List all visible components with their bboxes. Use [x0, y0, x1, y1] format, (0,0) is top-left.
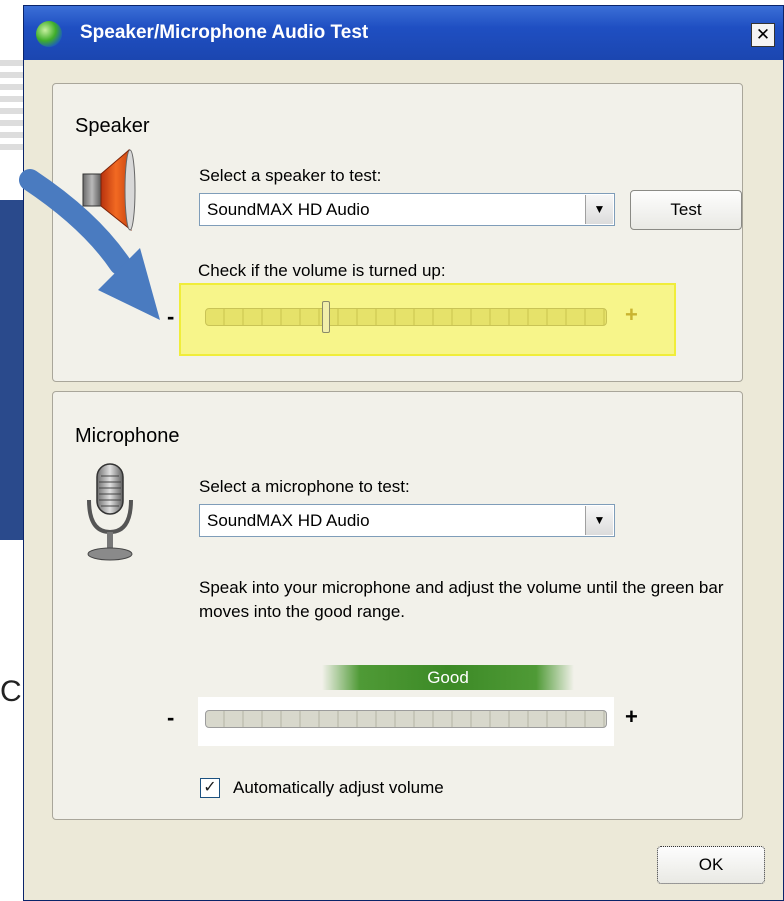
microphone-group-title: Microphone: [75, 425, 180, 447]
globe-icon: [36, 21, 62, 47]
mic-plus-label: +: [625, 704, 638, 729]
speaker-icon: [82, 148, 136, 232]
microphone-select-value: SoundMAX HD Audio: [207, 511, 370, 530]
audio-test-dialog: Speaker/Microphone Audio Test ✕ Speaker: [23, 5, 784, 901]
title-bar[interactable]: Speaker/Microphone Audio Test ✕: [24, 6, 783, 60]
background-glyph: C: [0, 675, 22, 708]
volume-minus-label: -: [167, 304, 175, 329]
auto-adjust-checkbox[interactable]: ✓: [200, 778, 220, 798]
volume-label: Check if the volume is turned up:: [198, 261, 446, 280]
ok-button[interactable]: OK: [657, 846, 765, 884]
microphone-select-label: Select a microphone to test:: [199, 477, 410, 496]
chevron-down-icon[interactable]: ▼: [585, 506, 613, 535]
speaker-volume-track[interactable]: [205, 308, 607, 326]
good-range-bar: Good: [322, 665, 574, 690]
speaker-select[interactable]: SoundMAX HD Audio ▼: [199, 193, 615, 226]
test-button[interactable]: Test: [630, 190, 742, 230]
window-title: Speaker/Microphone Audio Test: [80, 22, 369, 43]
microphone-instructions: Speak into your microphone and adjust th…: [199, 578, 724, 621]
mic-level-track[interactable]: [205, 710, 607, 728]
speaker-volume-thumb[interactable]: [321, 301, 330, 333]
checkmark-icon: ✓: [203, 779, 217, 796]
auto-adjust-label: Automatically adjust volume: [233, 778, 444, 797]
microphone-group: Microphone Select a microphone to test:: [52, 391, 743, 820]
speaker-select-value: SoundMAX HD Audio: [207, 200, 370, 219]
volume-plus-label: +: [625, 302, 638, 327]
microphone-select[interactable]: SoundMAX HD Audio ▼: [199, 504, 615, 537]
mic-minus-label: -: [167, 705, 175, 730]
speaker-group-title: Speaker: [75, 115, 150, 137]
chevron-down-icon[interactable]: ▼: [585, 195, 613, 224]
speaker-select-label: Select a speaker to test:: [199, 166, 382, 185]
microphone-icon: [87, 463, 133, 561]
close-button[interactable]: ✕: [751, 23, 775, 47]
